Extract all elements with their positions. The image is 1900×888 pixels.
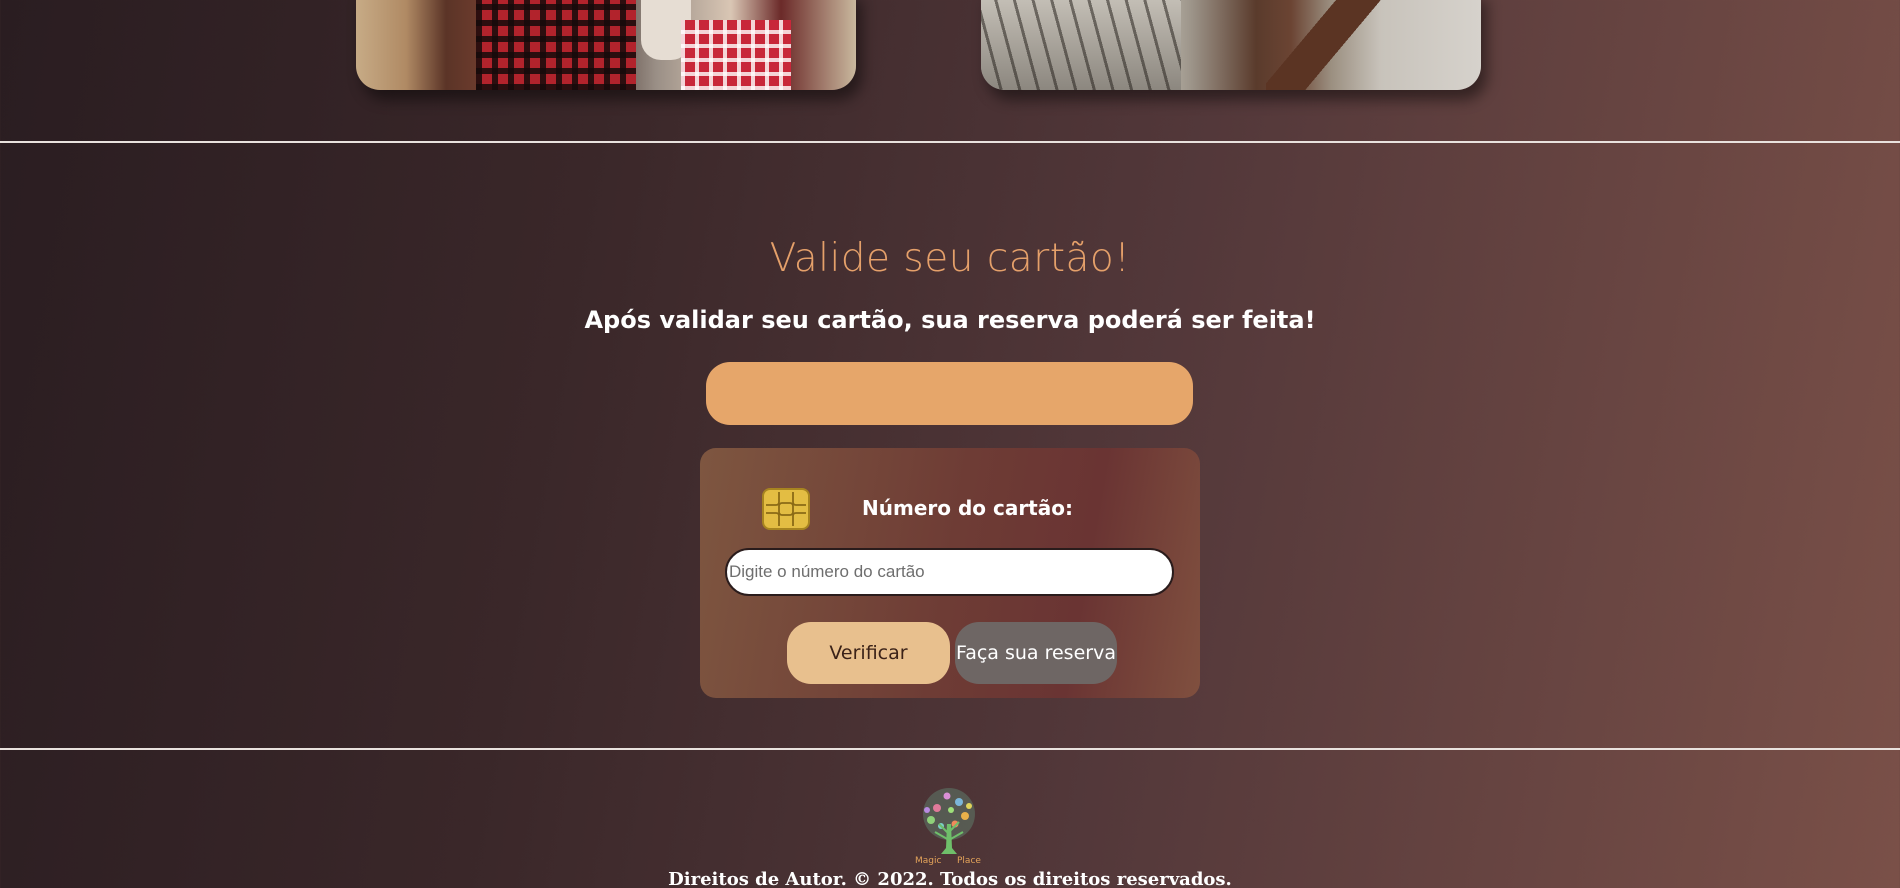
birch-log bbox=[981, 0, 1181, 90]
plaid-blanket bbox=[476, 0, 636, 90]
logo-text-left: Magic bbox=[915, 856, 941, 866]
validation-subtitle: Após validar seu cartão, sua reserva pod… bbox=[584, 306, 1316, 334]
credit-card-form: Número do cartão: Verificar Faça sua res… bbox=[700, 448, 1200, 698]
verify-button[interactable]: Verificar bbox=[787, 622, 950, 684]
wood-beam bbox=[1266, 0, 1406, 90]
copyright-text: Direitos de Autor. © 2022. Todos os dire… bbox=[668, 869, 1232, 888]
validation-title: Valide seu cartão! bbox=[769, 236, 1131, 281]
card-chip-icon bbox=[762, 488, 810, 530]
logo-text-right: Place bbox=[957, 856, 981, 866]
section-divider-top bbox=[0, 141, 1900, 143]
plaid-shirt bbox=[681, 20, 791, 90]
magic-place-logo: Magic Place bbox=[911, 784, 987, 866]
make-reservation-button[interactable]: Faça sua reserva bbox=[955, 622, 1117, 684]
gallery-photo-left bbox=[356, 0, 856, 90]
gallery-photo-right bbox=[981, 0, 1481, 90]
section-divider-bottom bbox=[0, 748, 1900, 750]
card-number-label: Número do cartão: bbox=[862, 496, 1073, 520]
validation-status-bar bbox=[706, 362, 1193, 425]
card-number-input[interactable] bbox=[725, 548, 1174, 596]
